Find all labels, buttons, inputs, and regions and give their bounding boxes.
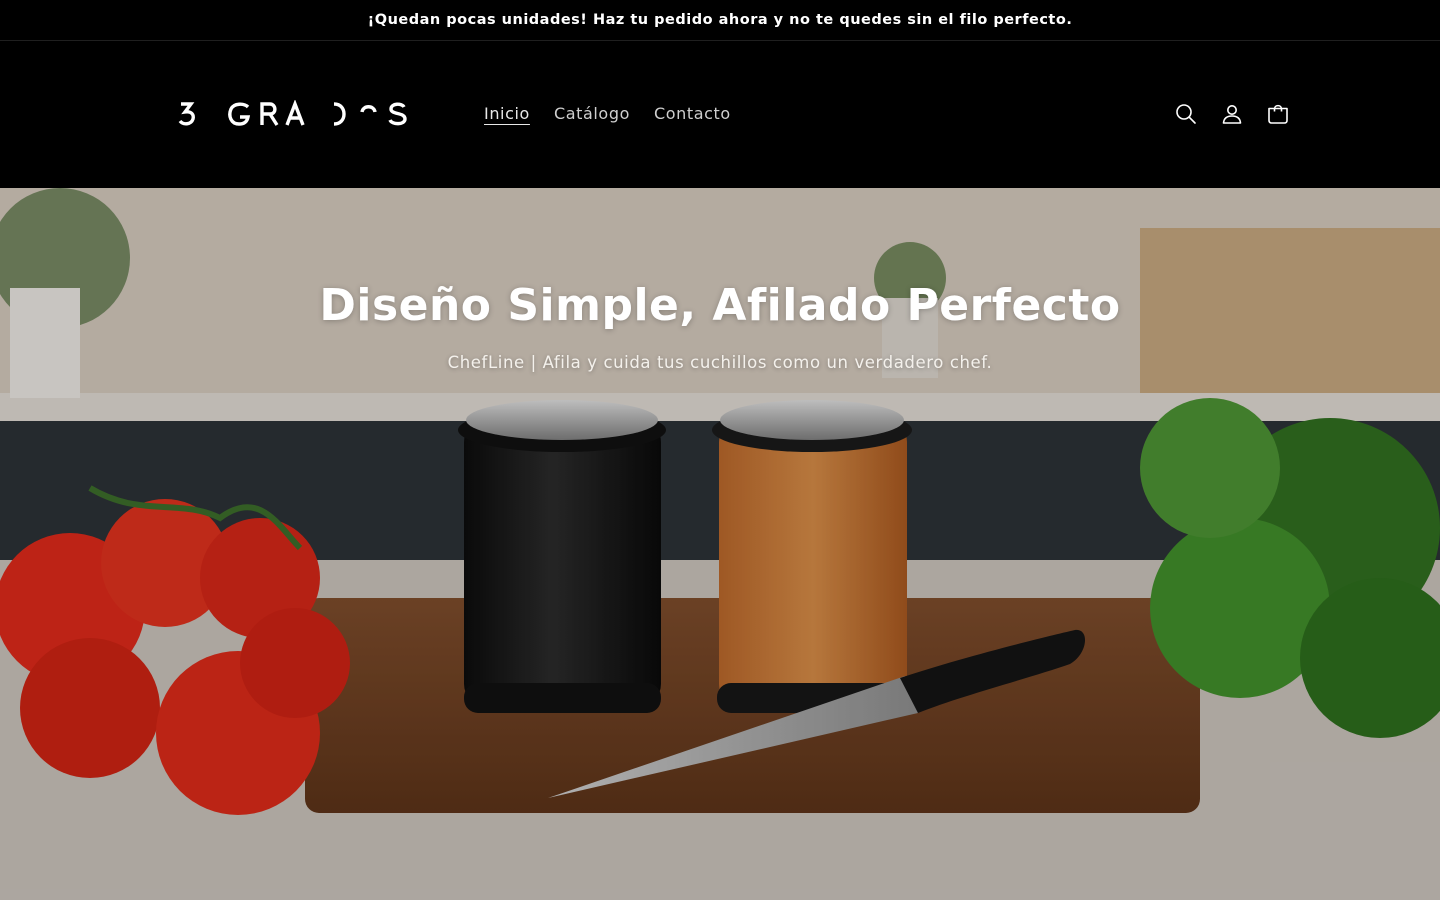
- logo-mark: [178, 100, 407, 126]
- site-header: Inicio Catálogo Contacto: [0, 41, 1440, 188]
- logo[interactable]: [178, 97, 408, 131]
- cart-icon: [1268, 104, 1288, 124]
- nav-link-inicio[interactable]: Inicio: [472, 98, 542, 129]
- main-nav: Inicio Catálogo Contacto: [472, 98, 743, 129]
- hero-subtitle: ChefLine | Afila y cuida tus cuchillos c…: [447, 353, 993, 372]
- search-icon: [1176, 104, 1196, 124]
- hero-title: Diseño Simple, Afilado Perfecto: [319, 280, 1121, 331]
- header-icons: [1163, 91, 1301, 137]
- cart-button[interactable]: [1255, 91, 1301, 137]
- account-button[interactable]: [1209, 91, 1255, 137]
- search-button[interactable]: [1163, 91, 1209, 137]
- nav-link-catalogo[interactable]: Catálogo: [542, 98, 642, 129]
- hero-banner: Diseño Simple, Afilado Perfecto ChefLine…: [0, 188, 1440, 900]
- announcement-bar: ¡Quedan pocas unidades! Haz tu pedido ah…: [0, 0, 1440, 41]
- announcement-text: ¡Quedan pocas unidades! Haz tu pedido ah…: [367, 12, 1073, 28]
- nav-link-contacto[interactable]: Contacto: [642, 98, 743, 129]
- account-icon: [1222, 105, 1242, 124]
